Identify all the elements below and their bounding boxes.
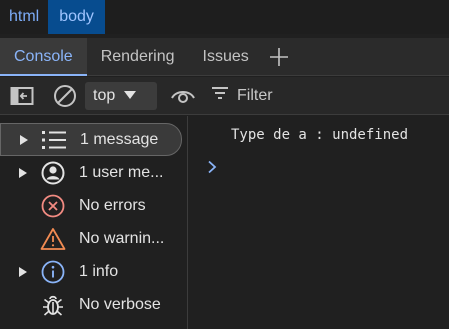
sidebar-item-label: 1 user me... [79, 163, 164, 181]
bug-icon [40, 293, 66, 317]
sidebar-item-info[interactable]: 1 info [0, 255, 187, 288]
breadcrumb: html body [0, 0, 449, 34]
sidebar-item-label: No errors [79, 196, 146, 214]
sidebar-item-errors[interactable]: No errors [0, 189, 187, 222]
console-prompt-chevron-icon[interactable] [207, 160, 217, 179]
tab-issues[interactable]: Issues [189, 38, 263, 75]
chevron-down-icon [123, 87, 137, 105]
console-output: Type de a : undefined [189, 116, 449, 329]
list-icon [41, 128, 67, 152]
console-log-message: Type de a : undefined [231, 127, 409, 143]
filter-icon [211, 86, 229, 105]
context-select[interactable]: top [85, 81, 157, 110]
breadcrumb-html[interactable]: html [0, 0, 48, 34]
clear-console-icon[interactable] [53, 84, 77, 108]
tab-console[interactable]: Console [0, 38, 87, 76]
expand-caret-icon[interactable] [19, 167, 27, 178]
sidebar-item-label: 1 message [80, 130, 159, 148]
breadcrumb-body[interactable]: body [48, 0, 105, 34]
sidebar-item-verbose[interactable]: No verbose [0, 288, 187, 321]
drawer-tabs: Console Rendering Issues [0, 38, 449, 76]
tab-rendering[interactable]: Rendering [87, 38, 189, 75]
toggle-sidebar-icon[interactable] [10, 84, 34, 108]
filter [211, 86, 387, 105]
sidebar-item-label: 1 info [79, 262, 119, 280]
sidebar-item-label: No verbose [79, 295, 161, 313]
console-sidebar: 1 message 1 user me... No errors No warn… [0, 116, 188, 329]
sidebar-item-user-messages[interactable]: 1 user me... [0, 156, 187, 189]
sidebar-item-label: No warnin... [79, 229, 165, 247]
sidebar-item-messages[interactable]: 1 message [0, 123, 182, 156]
console-toolbar: top [0, 77, 449, 115]
add-tab-icon[interactable] [263, 38, 295, 75]
sidebar-item-warnings[interactable]: No warnin... [0, 222, 187, 255]
expand-caret-icon[interactable] [19, 266, 27, 277]
warning-icon [40, 227, 66, 251]
error-icon [40, 194, 66, 218]
context-select-value: top [93, 86, 116, 104]
info-icon [40, 260, 66, 284]
user-icon [40, 161, 66, 185]
filter-input[interactable] [237, 86, 387, 105]
live-expression-eye-icon[interactable] [169, 84, 197, 108]
expand-caret-icon[interactable] [20, 134, 28, 145]
